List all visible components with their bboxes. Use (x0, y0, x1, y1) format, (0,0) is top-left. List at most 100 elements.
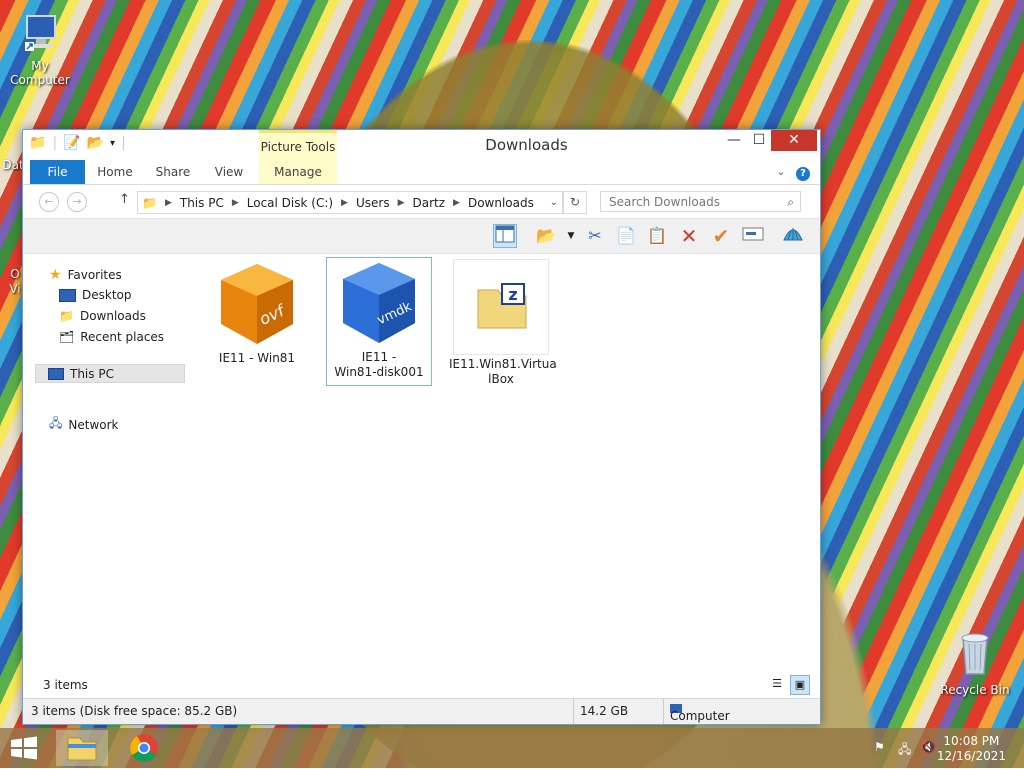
location-folder-icon: 📁 (142, 195, 157, 210)
window-title: Downloads (485, 136, 568, 154)
computer-icon (48, 367, 64, 380)
forward-button[interactable]: → (67, 192, 87, 212)
file-item-vmdk[interactable]: vmdk IE11 - Win81-disk001 (326, 257, 432, 386)
search-icon: ⌕ (787, 195, 794, 209)
chevron-right-icon: ▶ (397, 197, 405, 208)
star-icon: ★ (49, 267, 62, 283)
explorer-window: 📁 | 📝 📂 ▾ | Picture Tools Downloads — ☐ … (22, 129, 821, 725)
file-name: IE11 - Win81 (218, 351, 296, 365)
tab-file[interactable]: File (30, 160, 85, 184)
desktop-icon-label: My Computer (10, 59, 70, 87)
paste-icon[interactable]: 📋 (645, 224, 669, 248)
chevron-right-icon: ▶ (341, 197, 348, 208)
clock-date: 12/16/2021 (936, 749, 1006, 763)
delete-icon[interactable]: ✕ (677, 224, 701, 248)
nav-desktop[interactable]: Desktop (59, 288, 132, 302)
file-name-line2: lBox (488, 372, 514, 386)
check-icon[interactable]: ✔ (709, 224, 733, 248)
nav-recent-places[interactable]: 🗂 Recent places (59, 330, 164, 344)
up-button[interactable]: ↑ (119, 192, 130, 207)
nav-downloads[interactable]: 📁 Downloads (59, 309, 146, 323)
address-dropdown-icon[interactable]: ⌄ (550, 197, 558, 208)
chevron-right-icon: ▶ (164, 197, 172, 208)
nav-label: Network (68, 417, 119, 432)
status-bar: 3 items (Disk free space: 85.2 GB) 14.2 … (23, 698, 820, 724)
taskbar-clock[interactable]: 10:08 PM 12/16/2021 (937, 734, 1006, 764)
preview-pane-icon[interactable] (493, 224, 517, 248)
cut-icon[interactable]: ✂ (583, 224, 607, 248)
taskbar-chrome[interactable] (118, 730, 170, 766)
desktop-icon-label: O (10, 267, 20, 281)
file-item-ovf[interactable]: ovf IE11 - Win81 (205, 259, 309, 366)
nav-label: This PC (70, 366, 114, 381)
file-list: ovf IE11 - Win81 vmdk IE11 - Win81-disk0… (191, 254, 816, 674)
recycle-bin-icon (961, 633, 989, 675)
close-button[interactable]: ✕ (771, 130, 817, 151)
nav-this-pc[interactable]: This PC (35, 364, 185, 383)
speaker-muted-icon[interactable]: 🔇 (921, 740, 936, 754)
maximize-button[interactable]: ☐ (745, 130, 773, 151)
search-placeholder: Search Downloads (609, 195, 720, 209)
downloads-folder-icon: 📁 (59, 309, 74, 323)
file-name-line1: IE11.Win81.Virtua (449, 357, 557, 371)
file-name-line1: IE11 - (361, 350, 397, 364)
minimize-button[interactable]: — (720, 130, 748, 151)
shell-icon[interactable] (781, 224, 805, 248)
nav-label: Recent places (80, 330, 165, 344)
status-disk-space: 3 items (Disk free space: 85.2 GB) (31, 704, 238, 718)
taskbar: ⚑ 🖧 🔇 10:08 PM 12/16/2021 (0, 728, 1024, 768)
copy-icon[interactable]: 📄 (614, 224, 638, 248)
zip-folder-icon: z (453, 259, 549, 355)
rename-icon[interactable] (741, 224, 765, 248)
nav-network[interactable]: 🖧 Network (49, 414, 119, 435)
desktop-icon-partial-2[interactable]: O Vi (8, 265, 22, 297)
desktop-icon-partial[interactable]: Dat (2, 140, 24, 172)
nav-favorites[interactable]: ★ Favorites (49, 267, 122, 283)
item-count: 3 items (43, 678, 88, 692)
breadcrumb-dartz[interactable]: Dartz (413, 196, 446, 210)
title-bar: 📁 | 📝 📂 ▾ | Picture Tools Downloads — ☐ … (23, 130, 820, 160)
folder-options-icon[interactable]: 📂 (534, 224, 558, 248)
help-icon[interactable]: ? (795, 160, 811, 184)
file-explorer-icon (67, 737, 97, 761)
file-name-line2: Win81-disk001 (334, 365, 424, 379)
ovf-cube-icon: ovf (221, 264, 293, 344)
tab-share[interactable]: Share (153, 160, 193, 184)
ribbon-expand-icon[interactable]: ⌄ (773, 160, 789, 184)
chevron-right-icon: ▶ (453, 197, 460, 208)
start-button[interactable] (10, 736, 38, 760)
address-row: ← → ↑ 📁 ▶ This PC ▶ Local Disk (C:) ▶ Us… (23, 185, 820, 217)
breadcrumb-users[interactable]: Users (356, 196, 390, 210)
breadcrumb-downloads[interactable]: Downloads (468, 196, 534, 210)
desktop-icon-my-computer[interactable]: My Computer (2, 12, 78, 87)
desktop-icon-label: Dat (2, 158, 24, 172)
back-button[interactable]: ← (39, 192, 59, 212)
flag-icon[interactable]: ⚑ (874, 740, 885, 754)
tab-home[interactable]: Home (95, 160, 135, 184)
address-bar[interactable]: 📁 ▶ This PC ▶ Local Disk (C:) ▶ Users ▶ … (137, 191, 563, 214)
status-location-label: Computer (670, 709, 730, 723)
desktop-icon-label: Vi (9, 282, 21, 296)
breadcrumb-local-disk[interactable]: Local Disk (C:) (247, 196, 333, 210)
command-toolbar: 📂 ▼ ✂ 📄 📋 ✕ ✔ (23, 218, 820, 254)
details-view-icon[interactable]: ☰ (768, 675, 786, 693)
status-location: Computer (663, 699, 730, 724)
desktop-icon-recycle-bin[interactable]: Recycle Bin (938, 630, 1012, 697)
vmdk-cube-icon: vmdk (343, 263, 415, 343)
search-input[interactable]: Search Downloads ⌕ (600, 191, 801, 212)
tab-view[interactable]: View (210, 160, 248, 184)
item-badge: z (508, 285, 517, 304)
taskbar-file-explorer[interactable] (56, 730, 108, 766)
network-icon: 🖧 (49, 416, 63, 430)
tab-manage[interactable]: Manage (259, 160, 337, 184)
nav-label: Favorites (67, 268, 122, 282)
file-item-virtualbox[interactable]: z IE11.Win81.Virtua lBox (449, 259, 557, 387)
computer-icon (25, 15, 56, 51)
navigation-pane: ★ Favorites Desktop 📁 Downloads 🗂 Recent… (23, 254, 191, 674)
ribbon-tabs: File Home Share View Manage ⌄ ? (23, 160, 820, 185)
refresh-button[interactable]: ↻ (563, 191, 587, 214)
options-dropdown-icon[interactable]: ▼ (559, 224, 583, 248)
breadcrumb-this-pc[interactable]: This PC (180, 196, 224, 210)
large-icons-view-icon[interactable]: ▣ (790, 675, 810, 695)
network-status-icon[interactable]: 🖧 (898, 740, 911, 761)
